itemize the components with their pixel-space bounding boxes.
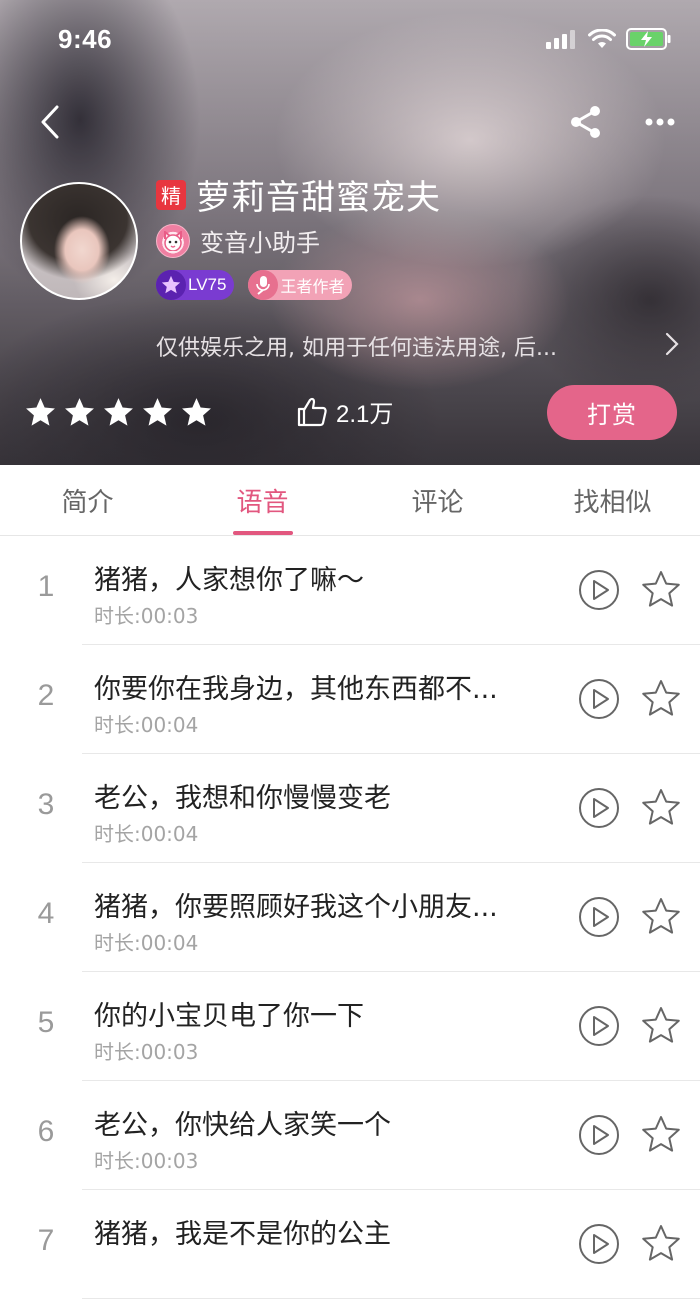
signal-icon (546, 30, 575, 49)
item-duration: 时长:00:03 (94, 1149, 199, 1173)
rating-star-icon (182, 398, 211, 426)
share-icon (571, 106, 600, 138)
like-count: 2.1万 (336, 401, 394, 428)
item-duration: 时长:00:04 (94, 822, 199, 846)
voice-pack-avatar[interactable] (20, 182, 138, 300)
item-index: 7 (37, 1224, 55, 1257)
star-outline-icon[interactable] (640, 896, 682, 938)
level-text: LV75 (188, 275, 227, 294)
item-duration: 时长:00:04 (94, 713, 199, 737)
list-item[interactable]: 3 老公，我想和你慢慢变老 时长:00:04 (0, 754, 700, 863)
back-button[interactable] (30, 100, 70, 144)
level-badge: LV75 (156, 270, 235, 300)
item-index: 5 (37, 1006, 55, 1039)
tab-comments[interactable]: 评论 (350, 465, 525, 535)
item-index: 4 (37, 897, 55, 930)
tab-intro[interactable]: 简介 (0, 465, 175, 535)
chevron-left-icon (41, 105, 59, 139)
play-icon[interactable] (578, 1005, 620, 1047)
item-title: 猪猪，人家想你了嘛～ (94, 565, 364, 596)
author-row[interactable]: 变音小助手 (156, 223, 320, 258)
rating-star-icon (26, 398, 55, 426)
play-icon[interactable] (578, 896, 620, 938)
item-title: 你的小宝贝电了你一下 (94, 1001, 364, 1032)
title-row: 精 萝莉音甜蜜宠夫 (156, 170, 441, 219)
rating-stars (24, 396, 213, 429)
star-outline-icon[interactable] (640, 1005, 682, 1047)
header-banner: 9:46 精 萝莉音甜蜜宠夫 变音小助手 LV75 王者作者 仅供娱乐之用, 如… (0, 0, 700, 465)
list-item[interactable]: 4 猪猪，你要照顾好我这个小朋友... 时长:00:04 (0, 863, 700, 972)
status-time: 9:46 (58, 24, 113, 54)
share-button[interactable] (564, 100, 608, 144)
voice-list: 1 猪猪，人家想你了嘛～ 时长:00:03 2 你要你在我身边，其他东西都不..… (0, 536, 700, 1299)
disclaimer-text[interactable]: 仅供娱乐之用, 如用于任何违法用途, 后... (156, 330, 626, 362)
author-avatar (156, 223, 190, 258)
featured-badge: 精 (156, 179, 186, 210)
wifi-icon (588, 29, 616, 48)
play-icon[interactable] (578, 1114, 620, 1156)
microphone-icon (248, 270, 279, 300)
star-outline-icon[interactable] (640, 569, 682, 611)
play-icon[interactable] (578, 678, 620, 720)
item-index: 6 (37, 1115, 55, 1148)
rating-star-icon (143, 398, 172, 426)
item-title: 你要你在我身边，其他东西都不... (94, 674, 498, 705)
star-outline-icon[interactable] (640, 787, 682, 829)
thumbs-up-icon (297, 397, 327, 426)
cat-face-icon (164, 230, 182, 251)
badge-row: LV75 王者作者 (156, 270, 353, 300)
reward-button[interactable]: 打赏 (547, 385, 677, 440)
list-item[interactable]: 1 猪猪，人家想你了嘛～ 时长:00:03 (0, 536, 700, 645)
more-button[interactable] (638, 100, 682, 144)
item-index: 3 (37, 788, 55, 821)
item-duration: 时长:00:03 (94, 604, 199, 628)
item-title: 老公，我想和你慢慢变老 (94, 783, 391, 814)
more-dots-icon (645, 118, 675, 126)
battery-icon (626, 28, 671, 50)
item-title: 猪猪，你要照顾好我这个小朋友... (94, 892, 498, 923)
item-duration: 时长:00:04 (94, 931, 199, 955)
list-item[interactable]: 6 老公，你快给人家笑一个 时长:00:03 (0, 1081, 700, 1190)
status-icons (546, 28, 672, 50)
rating-star-icon (104, 398, 133, 426)
tab-similar[interactable]: 找相似 (525, 465, 700, 535)
item-title: 老公，你快给人家笑一个 (94, 1110, 391, 1141)
top-author-text: 王者作者 (280, 277, 345, 296)
play-icon[interactable] (578, 1223, 620, 1265)
star-outline-icon[interactable] (640, 678, 682, 720)
item-duration: 时长:00:03 (94, 1040, 199, 1064)
author-name: 变音小助手 (200, 229, 320, 257)
list-item[interactable]: 7 猪猪，我是不是你的公主 (0, 1190, 700, 1299)
star-outline-icon[interactable] (640, 1114, 682, 1156)
item-index: 2 (37, 679, 55, 712)
page-title: 萝莉音甜蜜宠夫 (196, 178, 441, 218)
star-outline-icon[interactable] (640, 1223, 682, 1265)
list-item[interactable]: 5 你的小宝贝电了你一下 时长:00:03 (0, 972, 700, 1081)
chevron-right-icon[interactable] (660, 330, 684, 358)
rating-star-icon (65, 398, 94, 426)
star-icon (156, 270, 186, 300)
like-button[interactable]: 2.1万 (296, 394, 393, 429)
item-title: 猪猪，我是不是你的公主 (94, 1219, 391, 1250)
item-index: 1 (37, 570, 55, 603)
play-icon[interactable] (578, 787, 620, 829)
play-icon[interactable] (578, 569, 620, 611)
tab-voices[interactable]: 语音 (175, 465, 350, 535)
tab-bar: 简介 语音 评论 找相似 (0, 465, 700, 536)
top-author-badge: 王者作者 (248, 270, 353, 300)
list-item[interactable]: 2 你要你在我身边，其他东西都不... 时长:00:04 (0, 645, 700, 754)
